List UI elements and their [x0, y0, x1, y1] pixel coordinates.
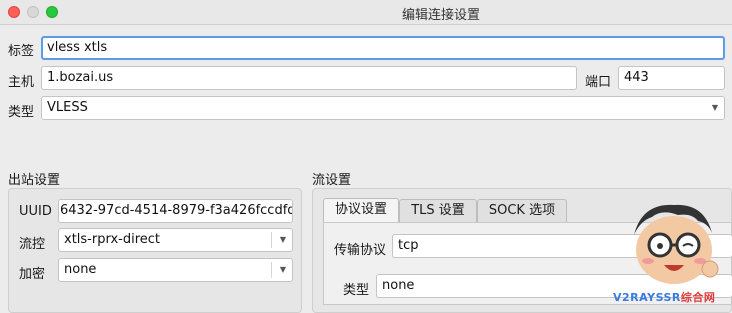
- dropdown-arrow-icon: ▼: [711, 103, 718, 112]
- watermark-text: V2RAYSSR综合网: [613, 289, 715, 305]
- outbound-section-title: 出站设置: [8, 173, 61, 188]
- host-label: 主机: [8, 75, 35, 90]
- tab-protocol-settings[interactable]: 协议设置: [323, 198, 399, 222]
- stream-type-value: none: [382, 278, 415, 293]
- encryption-value: none: [64, 262, 97, 277]
- dropdown-arrow-icon: ▼: [279, 235, 286, 244]
- stream-section-title: 流设置: [312, 173, 352, 188]
- window-title: 编辑连接设置: [401, 8, 480, 23]
- transport-label: 传输协议: [334, 243, 387, 258]
- flow-label: 流控: [19, 237, 46, 252]
- protocol-type-value: VLESS: [47, 100, 88, 115]
- title-bar: 编辑连接设置: [0, 0, 732, 25]
- tag-label: 标签: [8, 44, 35, 59]
- tag-input[interactable]: vless xtls: [41, 36, 725, 60]
- transport-value: tcp: [398, 238, 419, 253]
- dropdown-arrow-icon: ▼: [279, 265, 286, 274]
- tab-tls-settings[interactable]: TLS 设置: [399, 199, 477, 223]
- host-input[interactable]: 1.bozai.us: [41, 66, 577, 90]
- uuid-label: UUID: [19, 204, 52, 219]
- protocol-type-select[interactable]: VLESS ▼: [41, 96, 725, 120]
- tab-sock-options[interactable]: SOCK 选项: [477, 199, 567, 223]
- flow-value: xtls-rprx-direct: [64, 232, 161, 247]
- port-input[interactable]: 443: [618, 66, 725, 90]
- flow-select[interactable]: xtls-rprx-direct ▼: [58, 228, 293, 252]
- port-label: 端口: [585, 75, 612, 90]
- type-label: 类型: [8, 105, 35, 120]
- encryption-label: 加密: [19, 267, 46, 282]
- uuid-input[interactable]: 6432-97cd-4514-8979-f3a426fccdfd: [58, 199, 293, 223]
- watermark-part2: 综合网: [680, 291, 716, 304]
- watermark-part1: V2RAYSSR: [613, 291, 681, 304]
- stream-type-label: 类型: [343, 283, 370, 298]
- encryption-select[interactable]: none ▼: [58, 258, 293, 282]
